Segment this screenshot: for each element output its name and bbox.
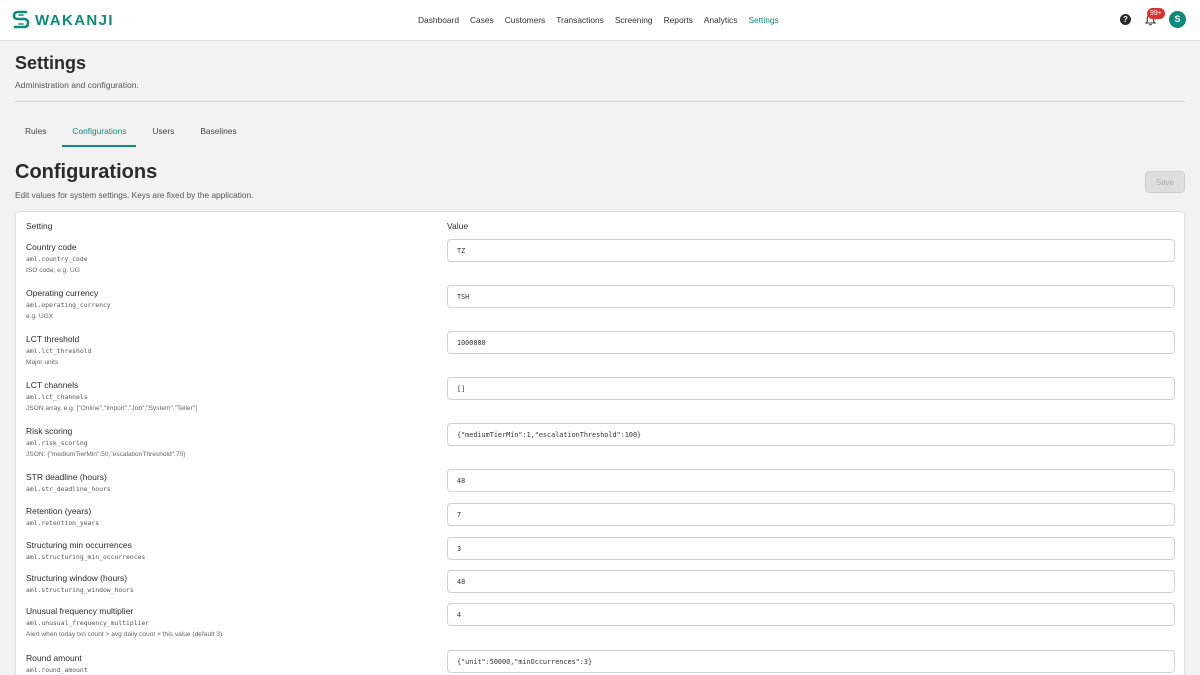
settings-tabs: Rules Configurations Users Baselines [15,117,253,147]
setting-label: Structuring window (hours) [26,573,128,583]
section-description: Edit values for system settings. Keys ar… [15,190,254,200]
top-navigation-bar: WAKANJI Dashboard Cases Customers Transa… [0,0,1200,41]
configurations-table: Setting Value Country code aml.country_c… [15,211,1185,675]
app-logo[interactable]: WAKANJI [11,9,114,31]
nav-item-settings[interactable]: Settings [748,15,778,25]
setting-label: Risk scoring [26,426,73,436]
nav-item-reports[interactable]: Reports [664,15,693,25]
main-nav: Dashboard Cases Customers Transactions S… [418,15,790,25]
wakanji-logo-icon [12,10,30,29]
setting-key: aml.round_amount [26,666,88,674]
setting-value-input[interactable] [447,239,1175,262]
nav-item-dashboard[interactable]: Dashboard [418,15,459,25]
save-button[interactable]: Save [1145,171,1185,193]
question-circle-icon[interactable]: ? [1120,14,1131,25]
column-header-setting: Setting [26,221,53,231]
setting-hint: Major units [26,359,59,366]
setting-hint: JSON: {"mediumTierMin":50,"escalationThr… [26,451,186,458]
setting-key: aml.structuring_min_occurrences [26,553,146,561]
user-avatar[interactable]: S [1169,11,1186,28]
setting-value-input[interactable] [447,423,1175,446]
nav-item-analytics[interactable]: Analytics [704,15,738,25]
setting-hint: Alert when today txn count > avg daily c… [26,631,223,638]
app-name: WAKANJI [35,11,114,29]
tab-baselines[interactable]: Baselines [190,117,246,147]
setting-value-input[interactable] [447,469,1175,492]
setting-key: aml.lct_channels [26,393,88,401]
setting-key: aml.lct_threshold [26,347,92,355]
setting-label: Round amount [26,653,82,663]
tab-configurations[interactable]: Configurations [62,117,137,147]
page-title: Settings [15,53,87,73]
tab-rules[interactable]: Rules [15,117,56,147]
setting-value-input[interactable] [447,285,1175,308]
setting-key: aml.unusual_frequency_multiplier [26,619,150,627]
setting-label: Structuring min occurrences [26,540,132,550]
setting-hint: JSON array, e.g. ["Online","Import","Job… [26,405,197,412]
nav-item-screening[interactable]: Screening [615,15,653,25]
setting-key: aml.structuring_window_hours [26,586,134,594]
setting-key: aml.risk_scoring [26,439,88,447]
setting-label: Country code [26,242,77,252]
setting-label: LCT threshold [26,334,80,344]
setting-hint: e.g. UGX [26,313,54,320]
setting-key: aml.str_deadline_hours [26,485,111,493]
setting-hint: ISO code, e.g. UG [26,267,80,274]
nav-item-customers[interactable]: Customers [505,15,546,25]
setting-label: LCT channels [26,380,79,390]
notification-count-badge: 99+ [1147,8,1165,19]
setting-value-input[interactable] [447,570,1175,593]
column-header-value: Value [447,221,469,231]
setting-key: aml.country_code [26,255,88,263]
setting-value-input[interactable] [447,377,1175,400]
setting-value-input[interactable] [447,503,1175,526]
setting-value-input[interactable] [447,603,1175,626]
nav-item-cases[interactable]: Cases [470,15,494,25]
setting-value-input[interactable] [447,331,1175,354]
setting-label: STR deadline (hours) [26,472,107,482]
page-subtitle: Administration and configuration. [15,80,139,90]
setting-label: Unusual frequency multiplier [26,606,134,616]
setting-key: aml.operating_currency [26,301,111,309]
nav-item-transactions[interactable]: Transactions [556,15,604,25]
section-title: Configurations [15,161,158,183]
setting-key: aml.retention_years [26,519,100,527]
header-divider [15,101,1185,102]
tab-users[interactable]: Users [142,117,184,147]
setting-value-input[interactable] [447,650,1175,673]
setting-value-input[interactable] [447,537,1175,560]
setting-label: Operating currency [26,288,99,298]
setting-label: Retention (years) [26,506,92,516]
